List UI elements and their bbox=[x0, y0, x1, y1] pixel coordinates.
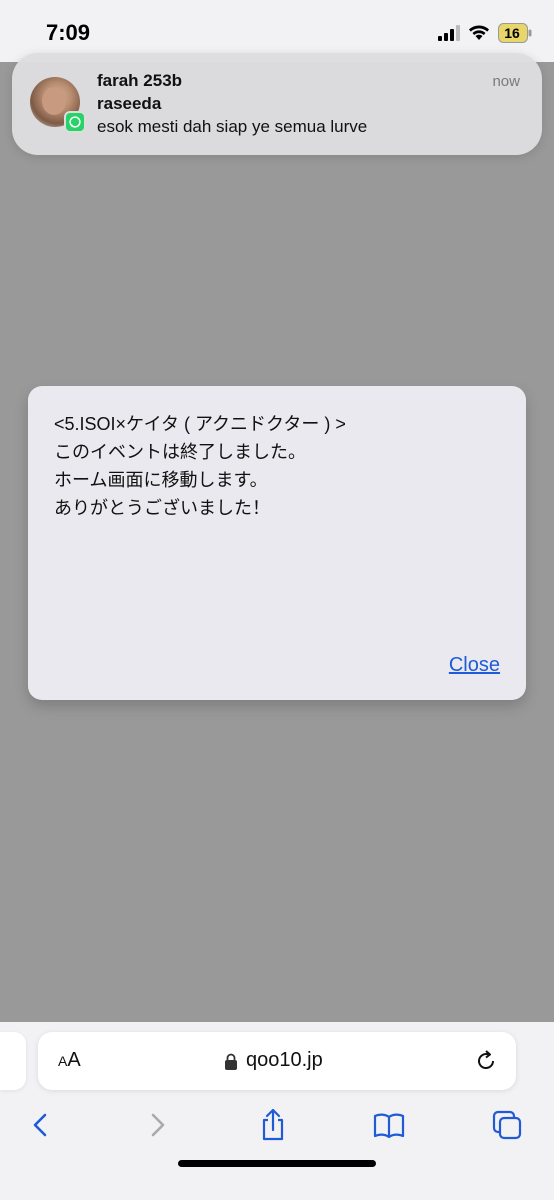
notification-sender: farah 253b bbox=[97, 71, 183, 90]
forward-icon[interactable] bbox=[140, 1108, 174, 1142]
notification-group: raseeda bbox=[97, 94, 162, 113]
tabs-icon[interactable] bbox=[490, 1108, 524, 1142]
alert-line-ended: このイベントは終了しました。 bbox=[54, 442, 306, 462]
signal-icon bbox=[438, 25, 460, 41]
previous-tab-edge[interactable] bbox=[0, 1032, 26, 1090]
notification-time: now bbox=[492, 73, 520, 90]
page-settings-button[interactable]: AA bbox=[58, 1049, 81, 1072]
share-icon[interactable] bbox=[256, 1108, 290, 1142]
avatar-face bbox=[42, 87, 66, 115]
wifi-icon bbox=[469, 25, 489, 40]
address-bar[interactable]: AA qoo10.jp bbox=[38, 1032, 516, 1090]
url-text: qoo10.jp bbox=[246, 1049, 323, 1071]
alert-dialog: <5.ISOI×ケイタ ( アクニドクター ) > このイベントは終了しました。… bbox=[28, 386, 526, 700]
notification-message: esok mesti dah siap ye semua lurve bbox=[97, 117, 368, 136]
alert-line-thanks: ありがとうございました！ bbox=[54, 498, 270, 518]
alert-line-event-title: <5.ISOI×ケイタ ( アクニドクター ) > bbox=[54, 414, 346, 434]
close-button[interactable]: Close bbox=[449, 654, 500, 677]
lock-icon bbox=[225, 1053, 237, 1070]
notification-banner[interactable]: farah 253b raseeda esok mesti dah siap y… bbox=[12, 53, 542, 155]
alert-line-redirect: ホーム画面に移動します。 bbox=[54, 470, 268, 490]
whatsapp-icon bbox=[64, 111, 86, 133]
home-indicator bbox=[178, 1160, 376, 1167]
back-icon[interactable] bbox=[24, 1108, 58, 1142]
browser-toolbar: AA qoo10.jp bbox=[0, 1022, 554, 1200]
battery-level: 16 bbox=[504, 25, 520, 41]
reload-icon[interactable] bbox=[474, 1049, 498, 1073]
status-time: 7:09 bbox=[46, 20, 91, 45]
bookmarks-icon[interactable] bbox=[372, 1108, 406, 1142]
